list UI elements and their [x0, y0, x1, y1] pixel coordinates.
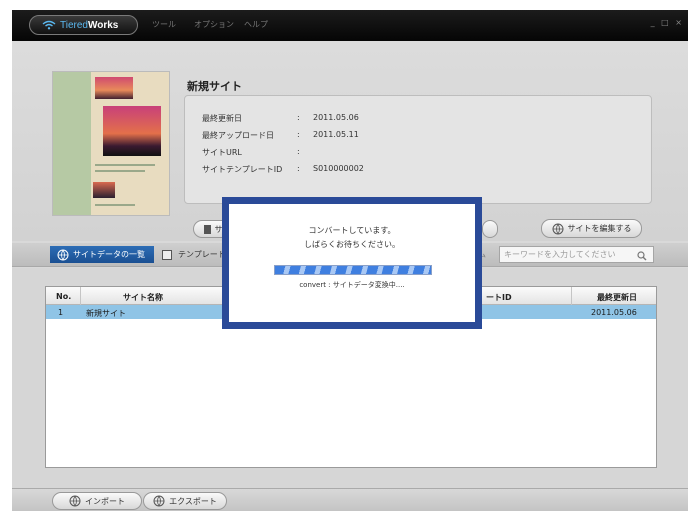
bottom-bar: インポート エクスポート — [12, 488, 688, 511]
title-bar: Tiered Works ツール オプション ヘルプ _ □ × — [12, 10, 688, 41]
col-no[interactable]: No. — [56, 292, 71, 301]
logo-text-tiered: Tiered — [60, 19, 88, 31]
globe-icon — [153, 495, 165, 507]
search-icon[interactable] — [637, 251, 647, 261]
convert-dialog: コンバートしています。 しばらくお待ちください。 convert : サイトデー… — [222, 197, 482, 329]
search-input[interactable]: キーワードを入力してください — [499, 246, 654, 263]
logo-text-works: Works — [87, 19, 119, 31]
globe-icon — [57, 249, 69, 261]
site-title: 新規サイト — [187, 80, 242, 93]
cell-no: 1 — [58, 308, 64, 317]
site-thumbnail — [52, 71, 170, 216]
dialog-message-2: しばらくお待ちください。 — [304, 240, 400, 249]
col-template-id[interactable]: ートID — [486, 292, 512, 303]
menu-tools[interactable]: ツール — [152, 19, 176, 30]
globe-icon — [552, 223, 564, 235]
menu-help[interactable]: ヘルプ — [244, 19, 268, 30]
site-details-box: 最終更新日:2011.05.06 最終アップロード日:2011.05.11 サイ… — [184, 95, 652, 204]
convert-dialog-body: コンバートしています。 しばらくお待ちください。 convert : サイトデー… — [229, 204, 475, 322]
menu-options[interactable]: オプション — [194, 19, 234, 30]
col-site-name[interactable]: サイト名称 — [123, 292, 163, 303]
dialog-message-1: コンバートしています。 — [308, 226, 396, 235]
signal-icon — [42, 20, 56, 30]
col-updated[interactable]: 最終更新日 — [597, 292, 637, 303]
cell-site-name: 新規サイト — [86, 309, 126, 318]
edit-site-button[interactable]: サイトを編集する — [541, 219, 642, 238]
dialog-status: convert : サイトデータ変換中.... — [299, 281, 405, 289]
progress-bar — [274, 265, 432, 275]
tab-template[interactable]: テンプレート — [162, 246, 226, 263]
tab-site-list[interactable]: サイトデータの一覧 — [50, 246, 154, 263]
window-controls[interactable]: _ □ × — [651, 18, 684, 27]
globe-icon — [69, 495, 81, 507]
export-button[interactable]: エクスポート — [143, 492, 227, 510]
template-icon — [162, 249, 172, 260]
import-button[interactable]: インポート — [52, 492, 142, 510]
app-logo[interactable]: Tiered Works — [29, 15, 138, 35]
cell-updated: 2011.05.06 — [591, 308, 637, 317]
file-icon — [203, 224, 211, 234]
hidden-button-edge[interactable] — [482, 220, 498, 238]
